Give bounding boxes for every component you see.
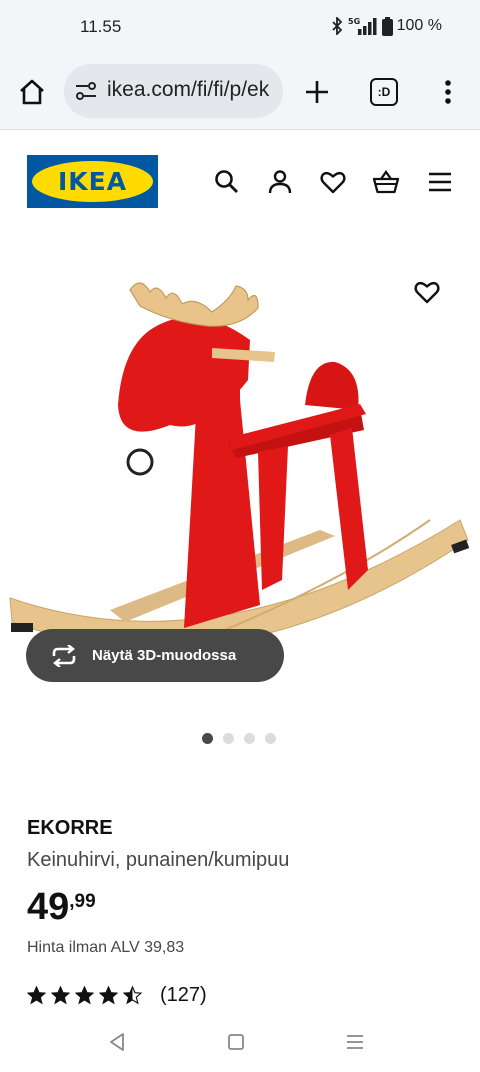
rating-star-icon bbox=[99, 986, 118, 1005]
nav-back-icon[interactable] bbox=[108, 1032, 126, 1052]
rating-star-icon bbox=[27, 986, 46, 1005]
wishlist-icon[interactable] bbox=[319, 168, 347, 196]
view-3d-button[interactable]: Näytä 3D-muodossa bbox=[26, 629, 284, 682]
browser-toolbar: ikea.com/fi/fi/p/ek :D bbox=[0, 54, 480, 130]
carousel-dot[interactable] bbox=[244, 733, 255, 744]
site-settings-icon[interactable] bbox=[74, 79, 98, 103]
more-menu-icon[interactable] bbox=[436, 77, 460, 107]
nav-recents-icon[interactable] bbox=[345, 1032, 365, 1052]
product-description: Keinuhirvi, punainen/kumipuu bbox=[27, 849, 290, 871]
url-text: ikea.com/fi/fi/p/ek bbox=[107, 78, 270, 101]
home-icon[interactable] bbox=[16, 76, 48, 108]
cart-icon[interactable] bbox=[372, 168, 400, 196]
ikea-logo-text: IKEA bbox=[57, 167, 128, 196]
price-integer: 49 bbox=[27, 886, 70, 928]
status-bar: 11.55 5G 100 % bbox=[0, 0, 480, 54]
status-time: 11.55 bbox=[80, 17, 122, 36]
ikea-logo[interactable]: IKEA bbox=[27, 155, 158, 208]
product-price: 49 ,99 bbox=[27, 885, 96, 929]
tab-switcher-icon[interactable]: :D bbox=[370, 78, 398, 106]
view-3d-label: Näytä 3D-muodossa bbox=[92, 647, 237, 664]
carousel-dot[interactable] bbox=[202, 733, 213, 744]
tab-switcher-label: :D bbox=[377, 85, 391, 99]
carousel-indicator bbox=[202, 733, 276, 744]
new-tab-icon[interactable] bbox=[302, 77, 332, 107]
price-decimal: ,99 bbox=[69, 891, 96, 912]
rating-star-icon bbox=[123, 986, 142, 1005]
nav-home-icon[interactable] bbox=[227, 1032, 245, 1052]
product-rating[interactable]: (127) bbox=[27, 984, 207, 1007]
carousel-dot[interactable] bbox=[223, 733, 234, 744]
rating-stars bbox=[27, 986, 142, 1005]
status-icons: 5G 100 % bbox=[330, 16, 442, 36]
address-bar[interactable]: ikea.com/fi/fi/p/ek bbox=[64, 64, 283, 118]
battery-icon bbox=[381, 16, 393, 36]
carousel-dot[interactable] bbox=[265, 733, 276, 744]
favorite-product-icon[interactable] bbox=[413, 278, 441, 306]
ikea-logo-oval: IKEA bbox=[32, 161, 153, 202]
rotate-3d-icon bbox=[52, 644, 76, 667]
bluetooth-icon bbox=[331, 17, 342, 35]
product-name: EKORRE bbox=[27, 817, 113, 839]
svg-text:5G: 5G bbox=[348, 17, 360, 26]
system-nav-bar bbox=[0, 1012, 480, 1072]
search-icon[interactable] bbox=[213, 168, 241, 196]
signal-icon: 5G bbox=[348, 17, 377, 35]
account-icon[interactable] bbox=[266, 168, 294, 196]
battery-level: 100 % bbox=[396, 17, 442, 34]
hamburger-icon[interactable] bbox=[426, 168, 454, 196]
rating-star-icon bbox=[51, 986, 70, 1005]
rating-star-icon bbox=[75, 986, 94, 1005]
price-excl-vat: Hinta ilman ALV 39,83 bbox=[27, 939, 185, 956]
review-count: (127) bbox=[160, 984, 207, 1006]
